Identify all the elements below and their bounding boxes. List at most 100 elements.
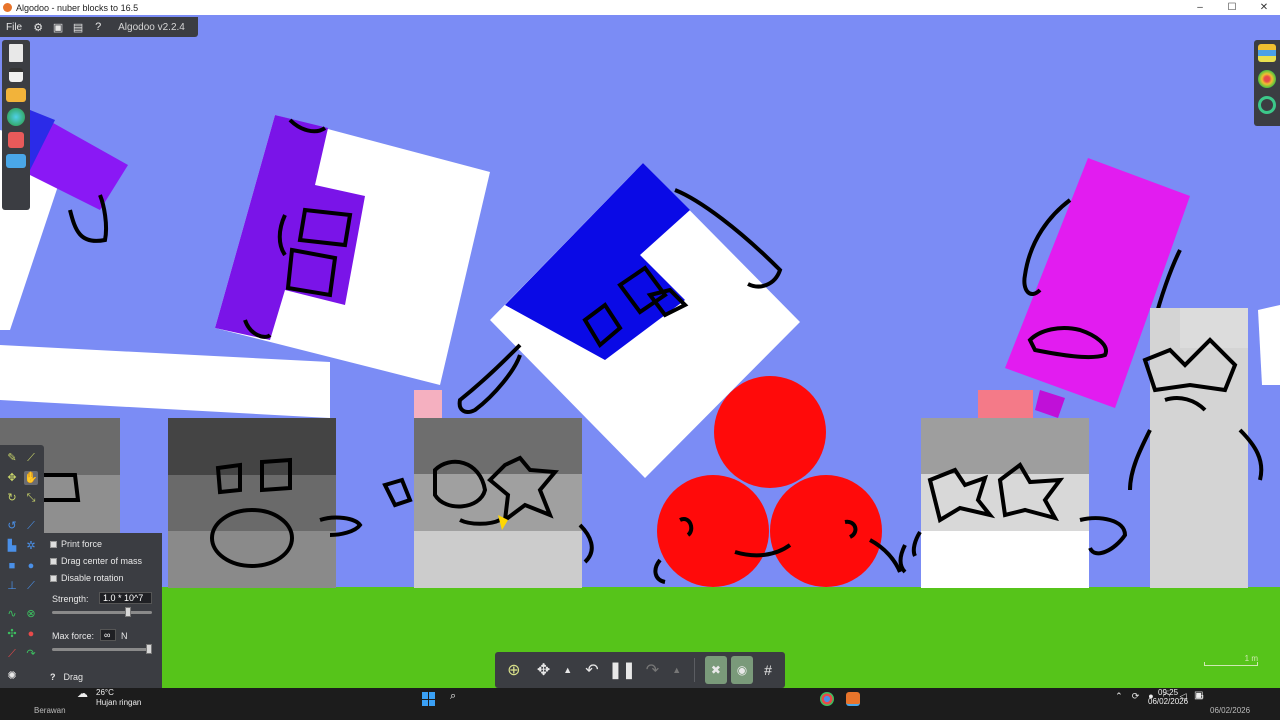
print-force-checkbox[interactable] — [50, 540, 57, 548]
chain-tool-icon[interactable]: ⟋ — [24, 579, 38, 593]
magenta-block-foot[interactable] — [1035, 390, 1065, 418]
disable-rotation-label: Disable rotation — [61, 573, 124, 583]
drag-center-of-mass-option[interactable]: Drag center of mass — [50, 556, 142, 566]
pause-icon[interactable]: ❚❚ — [609, 656, 636, 684]
redo-options-icon[interactable]: ▲ — [669, 656, 684, 684]
start-icon[interactable] — [422, 692, 436, 706]
layers-icon[interactable] — [1258, 44, 1276, 62]
move-icon[interactable]: ✥ — [531, 656, 557, 684]
new-scene-icon[interactable] — [9, 44, 23, 62]
sketch-tool-icon[interactable]: ✎ — [5, 451, 19, 465]
max-force-unit: N — [121, 631, 128, 641]
pink-square-one[interactable] — [414, 390, 442, 418]
game-icon[interactable] — [8, 132, 24, 148]
disable-rotation-option[interactable]: Disable rotation — [50, 573, 124, 583]
panel-icon[interactable]: ▤ — [68, 21, 88, 34]
max-force-slider-thumb[interactable] — [146, 644, 152, 654]
laser-tool-icon[interactable]: ⟋ — [5, 647, 19, 661]
sync-icon[interactable]: ⟳ — [1132, 691, 1140, 702]
print-force-option[interactable]: Print force — [50, 539, 102, 549]
left-toolbar — [2, 40, 30, 210]
rope-tool-icon[interactable]: ↺ — [5, 519, 19, 533]
brush-tool-icon[interactable]: ⟋ — [24, 451, 38, 465]
spring-tool-icon[interactable]: ∿ — [5, 607, 19, 621]
grid-icon[interactable]: # — [757, 656, 779, 684]
browser-app-icon[interactable] — [820, 692, 834, 706]
max-force-input[interactable]: ∞ — [100, 629, 116, 641]
circle-tool-icon[interactable]: ● — [24, 559, 38, 573]
algodoo-app-icon[interactable] — [846, 692, 860, 706]
red-ball-left[interactable] — [657, 475, 769, 587]
thruster-tool-icon[interactable]: ↷ — [24, 647, 38, 661]
red-ball-right[interactable] — [770, 475, 882, 587]
rotate-tool-icon[interactable]: ↻ — [5, 491, 19, 505]
camera-icon[interactable]: ◉ — [730, 656, 753, 684]
drag-options-panel: Print force Drag center of mass Disable … — [44, 533, 162, 688]
spray-tool-icon[interactable]: ✺ — [5, 669, 19, 683]
scene-folder-icon[interactable] — [6, 154, 26, 168]
window-icon[interactable]: ▣ — [48, 21, 68, 34]
disable-rotation-checkbox[interactable] — [50, 574, 57, 582]
gear-icon[interactable]: ⚙ — [28, 21, 48, 34]
version-label: Algodoo v2.2.4 — [118, 21, 185, 33]
fixate-tool-icon[interactable]: ⊗ — [24, 607, 38, 621]
max-force-label: Max force: — [52, 631, 95, 641]
gray-stack-four-top[interactable] — [921, 418, 1089, 474]
time-label: 09:25 — [1158, 688, 1179, 697]
help-icon[interactable]: ? — [88, 21, 108, 33]
minimize-button[interactable]: – — [1184, 0, 1216, 15]
print-force-label: Print force — [61, 539, 103, 549]
file-menu[interactable]: File — [0, 22, 28, 33]
plane-tool-icon[interactable]: ⊥ — [5, 579, 19, 593]
box-tool-icon[interactable]: ■ — [5, 559, 19, 573]
zoom-icon[interactable]: ⊕ — [501, 656, 527, 684]
gray-stack-two-bottom[interactable] — [168, 531, 336, 588]
drag-center-of-mass-label: Drag center of mass — [61, 556, 143, 566]
date-label: 06/02/2026 — [1148, 697, 1189, 706]
gray-stack-four-bottom[interactable] — [921, 531, 1089, 588]
scene-drawing[interactable] — [0, 15, 1280, 688]
chevron-up-icon[interactable]: ⌃ — [1115, 691, 1123, 702]
strength-input[interactable]: 1.0 * 10^7 — [99, 592, 152, 604]
scene-library-icon[interactable] — [7, 108, 25, 126]
max-force-slider[interactable] — [52, 644, 152, 654]
polygon-tool-icon[interactable]: ▙ — [5, 539, 19, 553]
clear-icon[interactable]: ✖ — [704, 656, 727, 684]
help-icon[interactable]: ? — [50, 672, 56, 682]
gray-stack-three-bottom[interactable] — [414, 531, 582, 588]
gear-tool-icon[interactable]: ✲ — [24, 539, 38, 553]
separator — [694, 658, 695, 682]
gray-stack-two-mid[interactable] — [168, 475, 336, 531]
move-tool-icon[interactable]: ✥ — [5, 471, 19, 485]
notification-icon[interactable]: ▣ — [1194, 690, 1203, 701]
drag-tool-icon[interactable]: ✋ — [24, 471, 38, 485]
weather-widget[interactable]: ☁ 26°C Hujan ringan — [77, 688, 141, 708]
tracer-tool-icon[interactable]: ● — [24, 627, 38, 641]
strength-slider[interactable] — [52, 607, 152, 617]
clock[interactable]: 09:25 06/02/2026 — [1148, 688, 1188, 706]
drag-center-of-mass-checkbox[interactable] — [50, 557, 57, 565]
hinge-tool-icon[interactable]: ✣ — [5, 627, 19, 641]
scale-tool-icon[interactable]: ⤡ — [24, 491, 38, 505]
redo-icon[interactable]: ↷ — [640, 656, 666, 684]
windows-taskbar: ☁ 26°C Hujan ringan ⌕ ⌃ ⟳ ● ◠ ◁ ▭ 09:25 … — [0, 688, 1280, 720]
right-toolbar — [1254, 40, 1280, 126]
user-label: Berawan — [34, 706, 66, 715]
search-icon[interactable] — [1258, 96, 1276, 114]
search-icon[interactable]: ⌕ — [450, 690, 456, 703]
close-button[interactable]: ✕ — [1248, 0, 1280, 15]
white-plank[interactable] — [0, 345, 330, 418]
window-icon[interactable] — [9, 68, 23, 82]
undo-options-icon[interactable]: ▲ — [560, 656, 575, 684]
pink-square-two[interactable] — [978, 390, 1033, 418]
red-ball-top[interactable] — [714, 376, 826, 488]
window-title: Algodoo - nuber blocks to 16.5 — [16, 2, 139, 13]
simulation-canvas[interactable] — [0, 15, 1280, 688]
knife-tool-icon[interactable]: ⟋ — [24, 519, 38, 533]
palette-icon[interactable] — [1258, 70, 1276, 88]
edge-block[interactable] — [1258, 305, 1280, 385]
undo-icon[interactable]: ↶ — [579, 656, 605, 684]
maximize-button[interactable]: ☐ — [1216, 0, 1248, 15]
strength-slider-thumb[interactable] — [125, 607, 132, 617]
open-folder-icon[interactable] — [6, 88, 26, 102]
